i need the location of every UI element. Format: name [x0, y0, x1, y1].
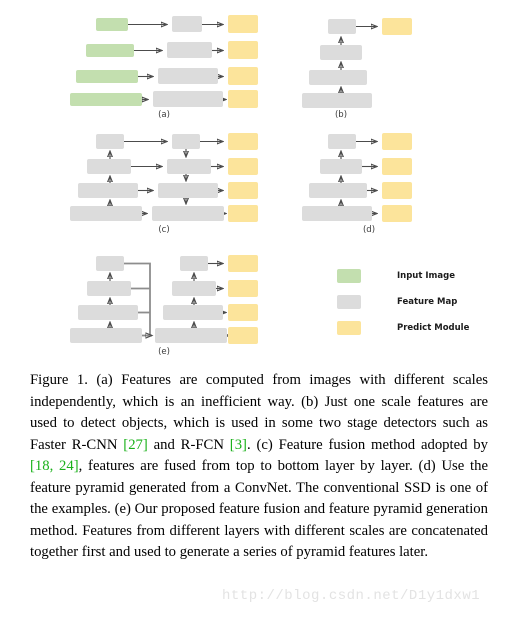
feature-map-block [87, 159, 131, 174]
feature-map-block [158, 68, 218, 84]
input-image-block [76, 70, 138, 83]
input-image-block [96, 18, 128, 31]
feature-map-block [302, 206, 372, 221]
citation-link[interactable]: [27] [123, 437, 147, 453]
feature-map-block [172, 16, 202, 32]
legend-label-feature-map: Feature Map [397, 297, 458, 307]
predict-module-block [228, 205, 258, 222]
legend-item: Predict Module [337, 318, 497, 338]
legend-swatch-input-image [337, 269, 361, 283]
feature-map-block [302, 93, 372, 108]
feature-map-block [78, 183, 138, 198]
legend-swatch-feature-map [337, 295, 361, 309]
predict-module-block [228, 133, 258, 150]
feature-map-block [155, 328, 227, 343]
legend-swatch-predict-module [337, 321, 361, 335]
feature-map-block [96, 256, 124, 271]
feature-map-block [87, 281, 131, 296]
predict-module-block [228, 15, 258, 33]
feature-map-block [320, 159, 362, 174]
feature-map-block [309, 70, 367, 85]
predict-module-block [228, 304, 258, 321]
input-image-block [86, 44, 134, 57]
input-image-block [70, 93, 142, 106]
feature-map-block [172, 134, 200, 149]
feature-map-block [328, 134, 356, 149]
citation-link[interactable]: [18, 24] [30, 458, 79, 474]
feature-map-block [96, 134, 124, 149]
predict-module-block [228, 182, 258, 199]
feature-map-block [152, 206, 224, 221]
feature-map-block [163, 305, 223, 320]
caption-text: . (c) Feature fusion method adopted by [246, 436, 488, 453]
predict-module-block [228, 67, 258, 85]
predict-module-block [382, 182, 412, 199]
legend-item: Input Image [337, 266, 497, 286]
citation-link[interactable]: [3] [230, 437, 247, 453]
predict-module-block [382, 133, 412, 150]
feature-map-block [180, 256, 208, 271]
feature-map-block [158, 183, 218, 198]
predict-module-block [228, 280, 258, 297]
legend: Input Image Feature Map Predict Module [337, 266, 497, 344]
panel-label-b: (b) [334, 110, 348, 120]
figure-diagram: (a) (b) (c) (d) (e) Input Image Feature … [0, 0, 516, 362]
panel-label-d: (d) [362, 225, 376, 235]
feature-map-block [78, 305, 138, 320]
feature-map-block [153, 91, 223, 107]
predict-module-block [228, 327, 258, 344]
feature-map-block [70, 328, 142, 343]
feature-map-block [309, 183, 367, 198]
caption-text: and R-FCN [147, 436, 230, 453]
predict-module-block [228, 158, 258, 175]
panel-label-c: (c) [158, 225, 170, 235]
feature-map-block [70, 206, 142, 221]
predict-module-block [382, 18, 412, 35]
figure-caption: Figure 1. (a) Features are computed from… [30, 370, 488, 564]
legend-label-input-image: Input Image [397, 271, 455, 281]
watermark-text: http://blog.csdn.net/D1y1dxw1 [222, 588, 481, 604]
panel-label-e: (e) [158, 347, 170, 357]
feature-map-block [172, 281, 216, 296]
panel-label-a: (a) [158, 110, 170, 120]
predict-module-block [382, 158, 412, 175]
feature-map-block [167, 42, 212, 58]
predict-module-block [228, 255, 258, 272]
legend-label-predict-module: Predict Module [397, 323, 470, 333]
feature-map-block [320, 45, 362, 60]
legend-item: Feature Map [337, 292, 497, 312]
caption-text: , features are fused from top to bottom … [30, 458, 488, 560]
predict-module-block [228, 41, 258, 59]
feature-map-block [328, 19, 356, 34]
predict-module-block [228, 90, 258, 108]
predict-module-block [382, 205, 412, 222]
feature-map-block [167, 159, 211, 174]
